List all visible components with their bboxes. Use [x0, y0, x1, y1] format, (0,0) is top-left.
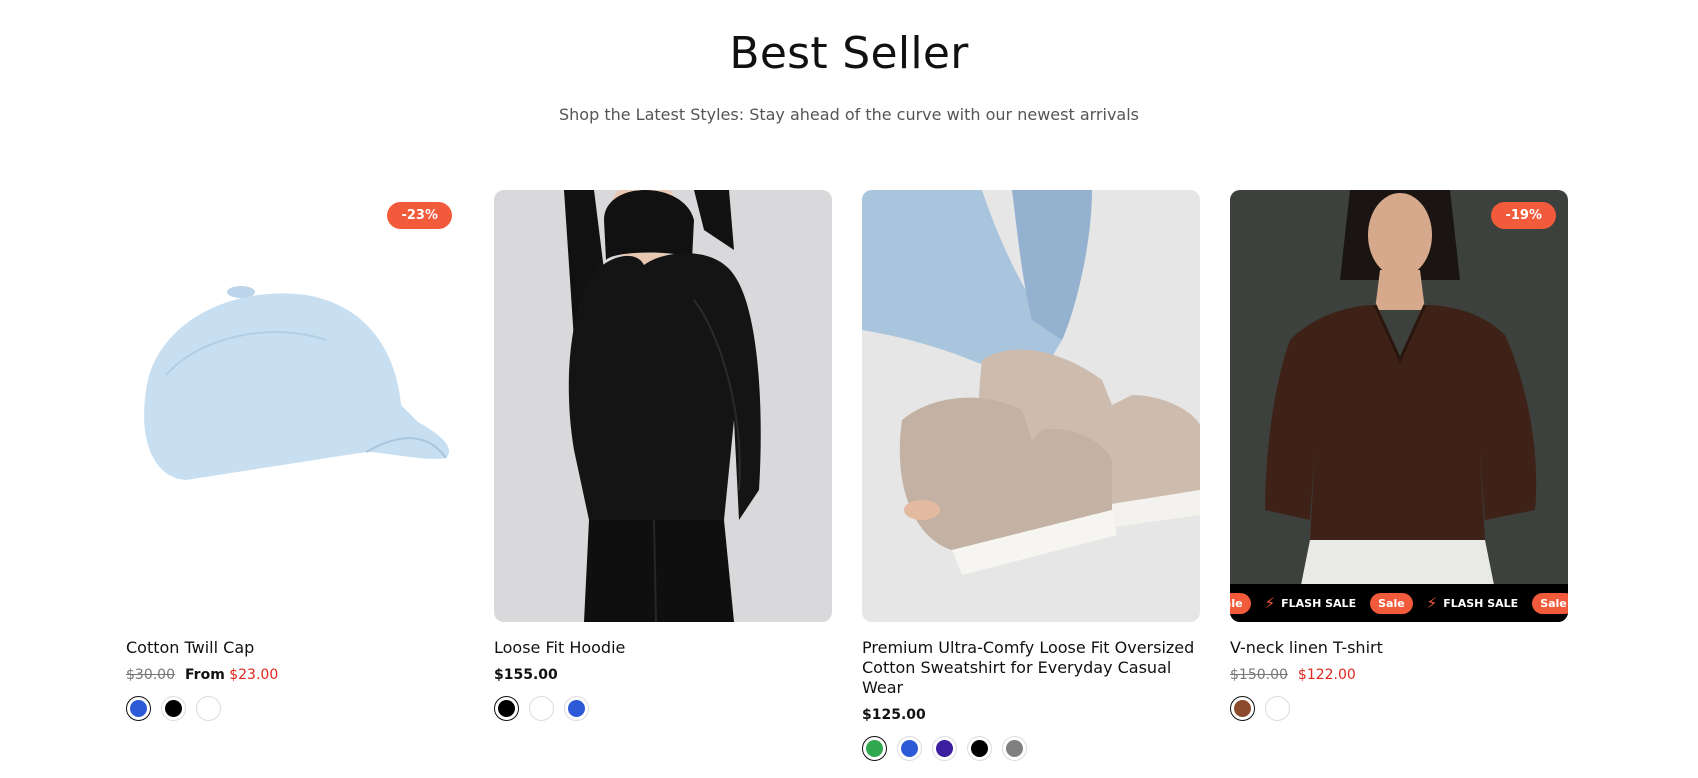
- flash-sale-marquee: Sale ⚡ FLASH SALE Sale ⚡ FLASH SALE Sale: [1230, 584, 1568, 622]
- section-subtitle: Shop the Latest Styles: Stay ahead of th…: [558, 105, 1139, 124]
- color-swatch-white[interactable]: [529, 696, 554, 721]
- discount-badge: -23%: [387, 202, 452, 229]
- shoes-image: [862, 190, 1200, 622]
- color-swatches: [494, 696, 832, 721]
- price-row: $30.00 From $23.00: [126, 666, 464, 684]
- product-name[interactable]: V-neck linen T-shirt: [1230, 638, 1568, 658]
- old-price: $30.00: [126, 667, 175, 683]
- discount-badge: -19%: [1491, 202, 1556, 229]
- section-title: Best Seller: [729, 28, 969, 79]
- flash-sale-label: FLASH SALE: [1281, 596, 1357, 610]
- color-swatch-blue[interactable]: [126, 696, 151, 721]
- sale-price: $23.00: [229, 667, 279, 683]
- product-card[interactable]: -23% Cotton Twill Cap $30.00 From $23.00: [126, 190, 464, 721]
- tshirt-image: [1230, 190, 1568, 622]
- sale-price: $122.00: [1297, 667, 1356, 683]
- price: $125.00: [862, 707, 926, 723]
- price-row: $150.00 $122.00: [1230, 666, 1568, 684]
- color-swatches: [862, 736, 1200, 761]
- price-row: $155.00: [494, 666, 832, 684]
- color-swatch-white[interactable]: [196, 696, 221, 721]
- product-image[interactable]: [494, 190, 832, 622]
- color-swatch-blue[interactable]: [897, 736, 922, 761]
- product-image[interactable]: -19% Sale ⚡ FLASH SALE Sale ⚡ FLASH SALE…: [1230, 190, 1568, 622]
- color-swatch-black[interactable]: [967, 736, 992, 761]
- hoodie-image: [494, 190, 832, 622]
- sale-tag: Sale: [1370, 592, 1413, 614]
- product-image[interactable]: [862, 190, 1200, 622]
- product-name[interactable]: Loose Fit Hoodie: [494, 638, 832, 658]
- product-card[interactable]: Premium Ultra-Comfy Loose Fit Oversized …: [862, 190, 1200, 761]
- color-swatches: [126, 696, 464, 721]
- product-card[interactable]: Loose Fit Hoodie $155.00: [494, 190, 832, 721]
- color-swatch-black[interactable]: [161, 696, 186, 721]
- flash-sale-label: FLASH SALE: [1443, 596, 1519, 610]
- color-swatch-brown[interactable]: [1230, 696, 1255, 721]
- product-name[interactable]: Premium Ultra-Comfy Loose Fit Oversized …: [862, 638, 1200, 698]
- sale-tag: Sale: [1230, 592, 1251, 614]
- lightning-icon: ⚡: [1264, 595, 1276, 612]
- color-swatch-white[interactable]: [1265, 696, 1290, 721]
- color-swatch-black[interactable]: [494, 696, 519, 721]
- color-swatch-blue[interactable]: [564, 696, 589, 721]
- product-grid: -23% Cotton Twill Cap $30.00 From $23.00: [126, 190, 1572, 761]
- color-swatch-gray[interactable]: [1002, 736, 1027, 761]
- cap-image: [126, 190, 464, 622]
- product-name[interactable]: Cotton Twill Cap: [126, 638, 464, 658]
- product-card[interactable]: -19% Sale ⚡ FLASH SALE Sale ⚡ FLASH SALE…: [1230, 190, 1568, 721]
- from-label: From: [185, 667, 225, 683]
- color-swatch-green[interactable]: [862, 736, 887, 761]
- sale-tag: Sale: [1532, 592, 1568, 614]
- lightning-icon: ⚡: [1426, 595, 1438, 612]
- color-swatches: [1230, 696, 1568, 721]
- product-image[interactable]: -23%: [126, 190, 464, 622]
- color-swatch-indigo[interactable]: [932, 736, 957, 761]
- price-row: $125.00: [862, 706, 1200, 724]
- old-price: $150.00: [1230, 667, 1288, 683]
- price: $155.00: [494, 667, 558, 683]
